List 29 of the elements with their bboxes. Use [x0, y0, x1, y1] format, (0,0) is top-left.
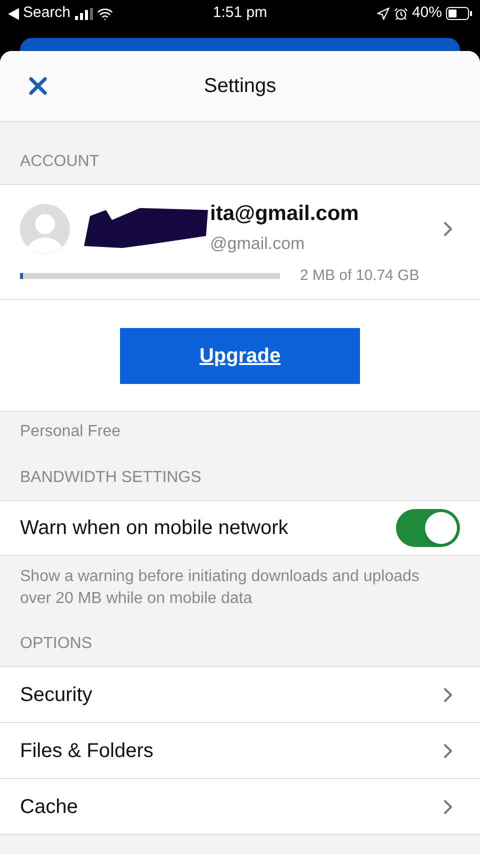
storage-reading: 2 MB of 10.74 GB	[300, 266, 420, 286]
signal-icon	[74, 8, 93, 20]
toggle-note: Show a warning before initiating downloads and uploads over 20 MB while on mobile data	[20, 567, 420, 610]
section-title: ACCOUNT	[20, 152, 100, 172]
wifi-icon	[96, 6, 113, 22]
account-name: ita@gmail.com	[210, 201, 359, 227]
back-link[interactable]: Search	[23, 2, 71, 25]
header-title: Settings	[204, 74, 276, 99]
avatar-icon	[20, 204, 70, 254]
toggle-label: Warn when on mobile network	[20, 516, 288, 542]
settings-row[interactable]: Files & Folders	[0, 723, 480, 780]
row-label: Cache	[20, 794, 78, 820]
settings-row[interactable]: Cache	[0, 779, 480, 836]
plan-name: Personal Free	[20, 422, 120, 442]
account-email: @gmail.com	[210, 233, 306, 256]
row-label: Files & Folders	[20, 738, 154, 764]
account-card[interactable]: ita@gmail.com @gmail.com 2 MB of 10.74 GB Upgrade	[0, 184, 480, 412]
clock-time: 1:51 pm	[212, 3, 268, 24]
battery-icon	[446, 7, 472, 20]
upgrade-button[interactable]: Upgrade	[120, 328, 360, 384]
alarm-icon	[394, 6, 408, 20]
location-icon	[376, 6, 390, 20]
back-arrow-icon	[8, 8, 19, 20]
battery-percent: 40%	[412, 3, 442, 24]
row-label: Security	[20, 682, 92, 708]
section-title: BANDWIDTH SETTINGS	[20, 468, 202, 488]
settings-row[interactable]: Security	[0, 667, 480, 724]
section-title: OPTIONS	[20, 634, 92, 654]
mobile-network-toggle[interactable]	[396, 509, 460, 548]
